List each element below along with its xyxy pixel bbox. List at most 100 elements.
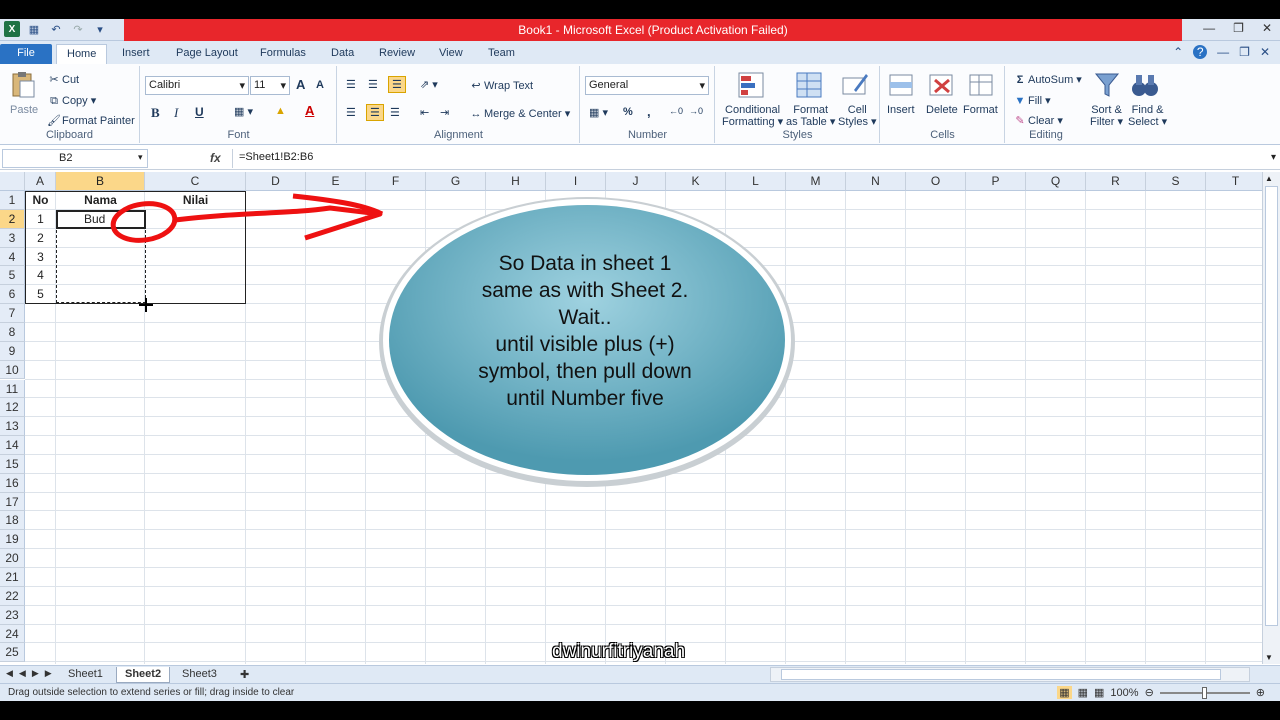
row-header-1[interactable]: 1 [0, 191, 25, 210]
column-header-s[interactable]: S [1146, 172, 1206, 191]
tab-insert[interactable]: Insert [112, 44, 160, 64]
page-layout-view-icon[interactable]: ▦ [1078, 686, 1088, 699]
format-painter-button[interactable]: 🖌Format Painter [46, 113, 135, 129]
cell-a3[interactable]: 2 [25, 229, 56, 248]
column-header-q[interactable]: Q [1026, 172, 1086, 191]
customize-qat-icon[interactable]: ▾ [92, 21, 108, 37]
format-as-table-icon[interactable] [794, 70, 824, 100]
row-header-19[interactable]: 19 [0, 530, 25, 550]
page-break-view-icon[interactable]: ▦ [1094, 686, 1104, 699]
cell-a5[interactable]: 4 [25, 266, 56, 285]
minimize-icon[interactable]: — [1203, 21, 1215, 35]
cell-styles-button[interactable]: Cell Styles ▾ [838, 104, 877, 128]
row-header-16[interactable]: 16 [0, 473, 25, 493]
row-header-7[interactable]: 7 [0, 304, 25, 323]
scroll-thumb[interactable] [1265, 186, 1278, 626]
formula-input[interactable]: =Sheet1!B2:B6 [232, 149, 1264, 168]
paste-label[interactable]: Paste [10, 104, 38, 116]
normal-view-icon[interactable]: ▦ [1057, 686, 1072, 699]
cell-a2[interactable]: 1 [25, 210, 56, 229]
expand-formula-icon[interactable]: ▾ [1271, 152, 1276, 163]
row-header-24[interactable]: 24 [0, 624, 25, 644]
shrink-font-button[interactable]: A [316, 79, 324, 91]
tab-file[interactable]: File [0, 44, 52, 64]
copy-button[interactable]: ⧉ Copy ▾ [46, 93, 96, 109]
sheet-tab-3[interactable]: Sheet3 [174, 667, 225, 683]
align-top-icon[interactable]: ☰ [346, 78, 356, 91]
column-header-t[interactable]: T [1206, 172, 1262, 191]
hscroll-thumb[interactable] [781, 669, 1221, 680]
clear-button[interactable]: ✎ Clear ▾ [1012, 113, 1062, 129]
row-header-11[interactable]: 11 [0, 379, 25, 399]
row-header-25[interactable]: 25 [0, 643, 25, 663]
collapse-ribbon-icon[interactable]: ⌃ [1173, 45, 1183, 59]
row-header-10[interactable]: 10 [0, 360, 25, 380]
sort-filter-button[interactable]: Sort & Filter ▾ [1090, 104, 1123, 128]
close-workbook-icon[interactable]: ✕ [1260, 45, 1270, 59]
tab-home[interactable]: Home [56, 44, 108, 64]
column-header-n[interactable]: N [846, 172, 906, 191]
column-header-p[interactable]: P [966, 172, 1026, 191]
underline-button[interactable]: U [195, 105, 204, 119]
cell-a6[interactable]: 5 [25, 285, 56, 304]
increase-decimal-icon[interactable]: ←0 [669, 106, 683, 116]
align-right-icon[interactable]: ☰ [390, 106, 400, 119]
delete-cells-icon[interactable] [927, 70, 957, 100]
row-header-13[interactable]: 13 [0, 417, 25, 437]
find-select-button[interactable]: Find & Select ▾ [1128, 104, 1167, 128]
percent-button[interactable]: % [623, 106, 633, 118]
align-middle-icon[interactable]: ☰ [368, 78, 378, 91]
borders-icon[interactable]: ▦ ▾ [234, 105, 253, 118]
number-format-select[interactable]: General ▾ [585, 76, 709, 95]
row-header-22[interactable]: 22 [0, 586, 25, 606]
row-header-3[interactable]: 3 [0, 228, 25, 248]
restore-icon[interactable]: ❐ [1233, 21, 1244, 35]
column-header-h[interactable]: H [486, 172, 546, 191]
row-header-6[interactable]: 6 [0, 285, 25, 305]
sheet-nav-icon[interactable]: ◀◀▶▶ [6, 668, 58, 679]
name-box[interactable]: B2 [2, 149, 148, 168]
format-cells-icon[interactable] [967, 70, 997, 100]
insert-button[interactable]: Insert [887, 104, 915, 116]
row-header-4[interactable]: 4 [0, 247, 25, 267]
delete-button[interactable]: Delete [926, 104, 958, 116]
sheet-tab-1[interactable]: Sheet1 [60, 667, 111, 683]
italic-button[interactable]: I [174, 105, 178, 121]
align-center-icon[interactable]: ☰ [366, 104, 384, 121]
cut-button[interactable]: ✂ Cut [46, 72, 79, 88]
align-bottom-icon[interactable]: ☰ [388, 76, 406, 93]
font-name-select[interactable]: Calibri ▾ [145, 76, 249, 95]
conditional-formatting-button[interactable]: Conditional Formatting ▾ [722, 104, 783, 128]
close-icon[interactable]: ✕ [1262, 21, 1272, 35]
bold-button[interactable]: B [151, 105, 160, 121]
column-header-j[interactable]: J [606, 172, 666, 191]
row-header-18[interactable]: 18 [0, 511, 25, 531]
increase-indent-icon[interactable]: ⇥ [440, 106, 449, 119]
binoculars-icon[interactable] [1130, 70, 1160, 100]
format-button[interactable]: Format [963, 104, 998, 116]
row-header-12[interactable]: 12 [0, 398, 25, 418]
tab-view[interactable]: View [429, 44, 473, 64]
column-header-o[interactable]: O [906, 172, 966, 191]
tab-review[interactable]: Review [369, 44, 425, 64]
merge-center-button[interactable]: ↔ Merge & Center ▾ [468, 106, 571, 122]
undo-icon[interactable]: ↶ [48, 21, 64, 37]
select-all-corner[interactable] [0, 172, 25, 191]
tab-data[interactable]: Data [321, 44, 364, 64]
restore-workbook-icon[interactable]: ❐ [1239, 45, 1250, 59]
save-icon[interactable]: ▦ [26, 21, 42, 37]
zoom-out-icon[interactable]: ⊖ [1145, 686, 1154, 699]
minimize-workbook-icon[interactable]: — [1217, 45, 1229, 59]
insert-cells-icon[interactable] [887, 70, 917, 100]
row-header-21[interactable]: 21 [0, 568, 25, 587]
row-header-8[interactable]: 8 [0, 322, 25, 342]
orientation-icon[interactable]: ⇗ ▾ [420, 78, 438, 91]
horizontal-scrollbar[interactable] [770, 667, 1250, 682]
row-header-9[interactable]: 9 [0, 341, 25, 361]
column-header-l[interactable]: L [726, 172, 786, 191]
cell-a1[interactable]: No [25, 191, 56, 210]
fx-icon[interactable]: fx [210, 151, 221, 165]
zoom-in-icon[interactable]: ⊕ [1256, 686, 1265, 699]
wrap-text-button[interactable]: ↩ Wrap Text [468, 78, 533, 94]
tab-formulas[interactable]: Formulas [250, 44, 316, 64]
